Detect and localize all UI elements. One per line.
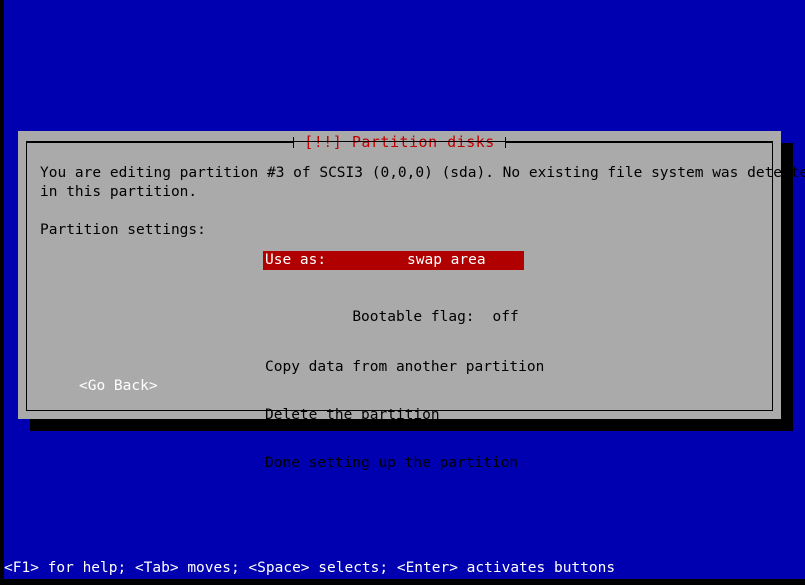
use-as-option-selected[interactable]: Use as: swap area: [263, 251, 524, 270]
intro-text-line-1: You are editing partition #3 of SCSI3 (0…: [40, 165, 805, 181]
bootable-flag-label: Bootable flag:: [352, 309, 475, 325]
use-as-label: Use as:: [265, 252, 327, 268]
partition-settings-list: Use as: swap area Bootable flag: off Copy…: [263, 251, 544, 471]
intro-text-line-2: in this partition.: [40, 184, 198, 200]
action-copy-data[interactable]: Copy data from another partition: [265, 359, 544, 375]
go-back-button[interactable]: <Go Back>: [79, 377, 158, 396]
dialog-frame: You are editing partition #3 of SCSI3 (0…: [26, 141, 805, 471]
console-bottom-edge: [0, 579, 805, 585]
bootable-flag-value: off: [492, 309, 519, 325]
partition-settings-label: Partition settings:: [40, 222, 206, 238]
partition-action-list: Copy data from another partition Delete …: [265, 327, 544, 503]
action-done-setting-up[interactable]: Done setting up the partition: [265, 455, 544, 471]
partition-disks-dialog: [!!] Partition disks You are editing par…: [18, 131, 805, 471]
status-bar-help-text: <F1> for help; <Tab> moves; <Space> sele…: [4, 560, 616, 576]
installer-screen: [!!] Partition disks You are editing par…: [0, 0, 805, 585]
use-as-value: swap area: [407, 252, 486, 268]
console-left-edge: [0, 0, 4, 585]
action-delete-partition[interactable]: Delete the partition: [265, 407, 544, 423]
